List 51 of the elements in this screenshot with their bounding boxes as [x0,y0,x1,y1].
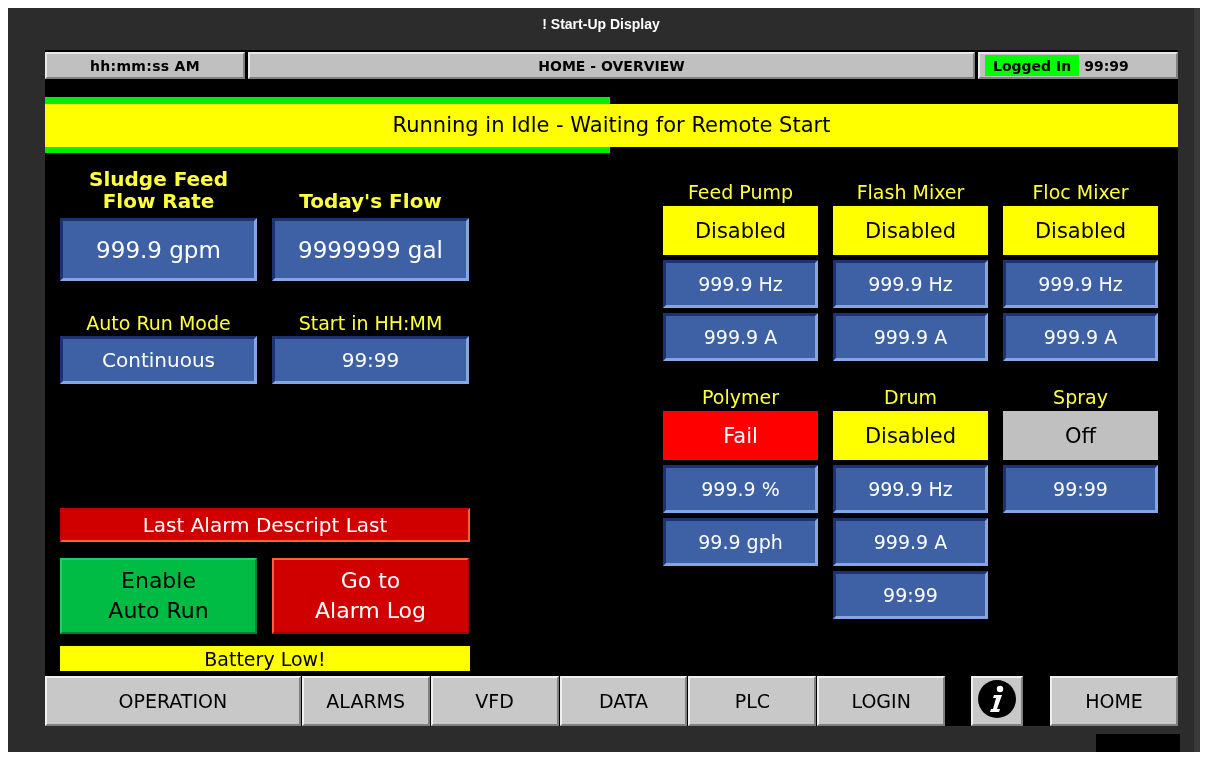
equipment-value: 999.9 A [833,518,988,566]
equipment-status: Disabled [833,206,988,255]
equipment-name: Spray [1052,385,1109,410]
nav-button[interactable]: PLC [688,676,817,726]
readout-label: Sludge Feed Flow Rate [88,168,229,212]
last-alarm-display: Last Alarm Descript Last [60,508,470,542]
equipment-value: 99:99 [833,571,988,619]
login-indicator: Logged In [985,55,1080,76]
alarm-log-button[interactable]: Go to Alarm Log [272,558,469,634]
equipment-value: 999.9 A [1003,313,1158,361]
equipment-status: Off [1003,411,1158,460]
equipment-name: Flash Mixer [855,180,966,205]
readout-value: 999.9 gpm [60,218,257,281]
clock-display: hh:mm:ss AM [45,52,245,79]
equipment-value: 999.9 % [663,465,818,513]
equipment-status: Disabled [1003,206,1158,255]
readout-value: 9999999 gal [272,218,469,281]
equipment-name: Drum [883,385,938,410]
nav-button[interactable]: OPERATION [45,676,301,726]
nav-button[interactable]: LOGIN [817,676,946,726]
readout-label: Auto Run Mode [85,313,232,334]
equipment-status: Disabled [833,411,988,460]
nav-button[interactable]: ALARMS [301,676,430,726]
screen-title: HOME - OVERVIEW [248,52,975,79]
info-button[interactable] [971,676,1024,726]
readout-value: Continuous [60,335,257,384]
equipment-value: 999.9 Hz [833,465,988,513]
equipment-value: 99:99 [1003,465,1158,513]
equipment-value: 999.9 Hz [833,260,988,308]
enable-auto-run-button[interactable]: Enable Auto Run [60,558,257,634]
equipment-value: 999.9 Hz [663,260,818,308]
window-title: ! Start-Up Display [542,16,660,32]
login-timer: 99:99 [1084,57,1129,74]
equipment-name: Floc Mixer [1031,180,1130,205]
equipment-status: Disabled [663,206,818,255]
equipment-value: 999.9 A [663,313,818,361]
equipment-name: Feed Pump [686,180,795,205]
nav-button[interactable]: VFD [430,676,559,726]
battery-warning: Battery Low! [60,646,470,671]
equipment-value: 999.9 A [833,313,988,361]
readout-label: Today's Flow [298,190,443,212]
equipment-status: Fail [663,411,818,460]
info-icon [977,679,1018,719]
nav-button[interactable]: HOME [1050,676,1178,726]
equipment-value: 999.9 Hz [1003,260,1158,308]
readout-label: Start in HH:MM [297,313,444,334]
status-banner: Running in Idle - Waiting for Remote Start [45,103,1178,147]
nav-button[interactable]: DATA [559,676,688,726]
equipment-value: 99.9 gph [663,518,818,566]
equipment-name: Polymer [701,385,780,410]
readout-value: 99:99 [272,335,469,384]
